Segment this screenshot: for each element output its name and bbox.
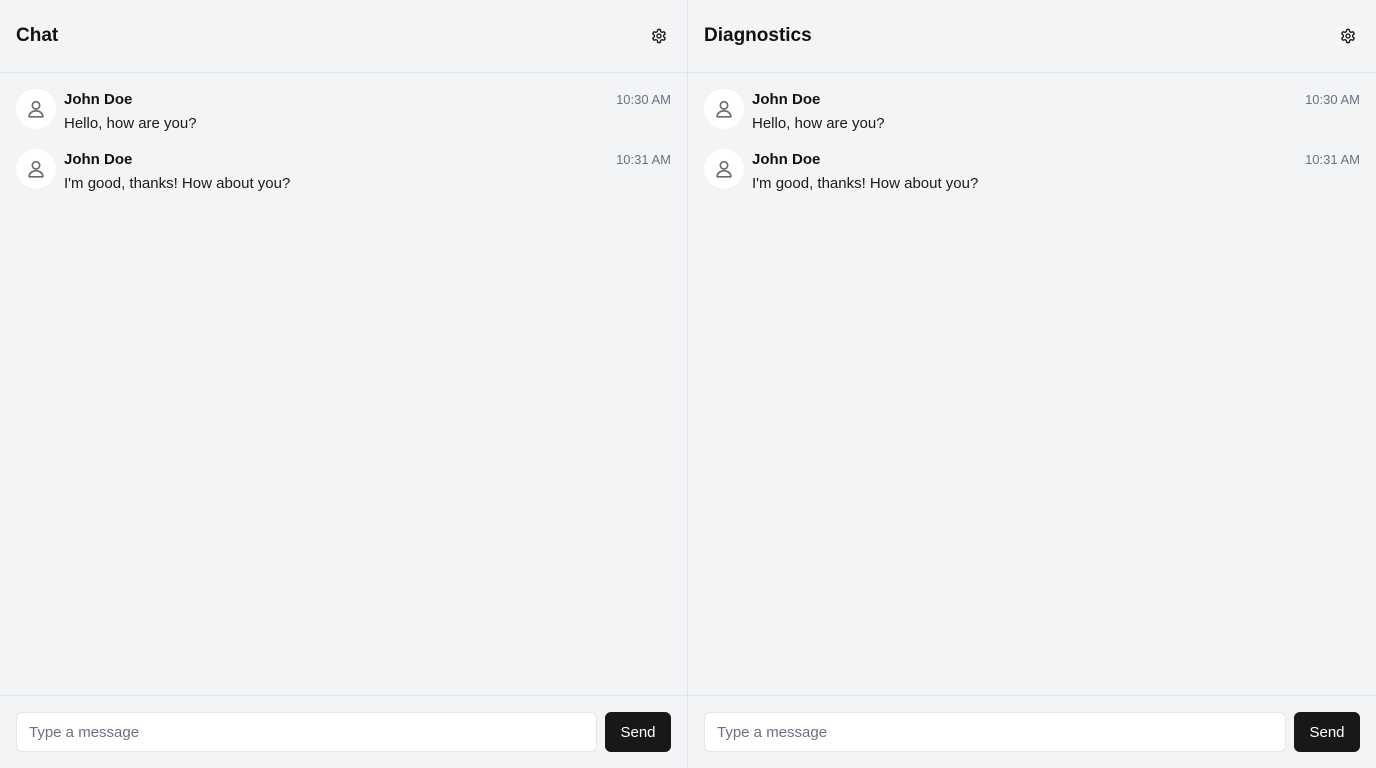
avatar xyxy=(704,149,744,189)
chat-header: Chat xyxy=(0,0,687,73)
diagnostics-header: Diagnostics xyxy=(688,0,1376,73)
message-author: John Doe xyxy=(752,91,821,108)
message-text: Hello, how are you? xyxy=(752,115,885,132)
message-header: John Doe 10:30 AM xyxy=(752,91,1360,108)
user-icon xyxy=(28,100,44,118)
app: Chat John Doe 10:30 AM Hello, how are yo… xyxy=(0,0,1376,768)
message-list: John Doe 10:30 AM Hello, how are you? Jo… xyxy=(688,73,1376,695)
message-body: John Doe 10:31 AM I'm good, thanks! How … xyxy=(752,149,1360,192)
avatar xyxy=(16,89,56,129)
message-header: John Doe 10:31 AM xyxy=(64,151,671,168)
chat-panel: Chat John Doe 10:30 AM Hello, how are yo… xyxy=(0,0,688,768)
message-timestamp: 10:31 AM xyxy=(1305,152,1360,167)
message-item: John Doe 10:31 AM I'm good, thanks! How … xyxy=(16,149,671,209)
message-header: John Doe 10:31 AM xyxy=(752,151,1360,168)
message-list: John Doe 10:30 AM Hello, how are you? Jo… xyxy=(0,73,687,695)
message-input[interactable] xyxy=(704,712,1286,752)
message-input[interactable] xyxy=(16,712,597,752)
send-button[interactable]: Send xyxy=(605,712,671,752)
settings-button[interactable] xyxy=(1330,18,1366,54)
message-composer: Send xyxy=(688,695,1376,768)
avatar xyxy=(704,89,744,129)
message-text: I'm good, thanks! How about you? xyxy=(752,175,979,192)
message-timestamp: 10:31 AM xyxy=(616,152,671,167)
send-button[interactable]: Send xyxy=(1294,712,1360,752)
message-composer: Send xyxy=(0,695,687,768)
message-item: John Doe 10:30 AM Hello, how are you? xyxy=(704,89,1360,149)
message-author: John Doe xyxy=(64,91,133,108)
message-body: John Doe 10:30 AM Hello, how are you? xyxy=(64,89,671,132)
message-header: John Doe 10:30 AM xyxy=(64,91,671,108)
message-body: John Doe 10:31 AM I'm good, thanks! How … xyxy=(64,149,671,192)
message-timestamp: 10:30 AM xyxy=(616,92,671,107)
avatar xyxy=(16,149,56,189)
message-text: Hello, how are you? xyxy=(64,115,197,132)
gear-icon xyxy=(652,28,666,44)
message-author: John Doe xyxy=(64,151,133,168)
user-icon xyxy=(716,100,732,118)
message-item: John Doe 10:31 AM I'm good, thanks! How … xyxy=(704,149,1360,209)
diagnostics-panel: Diagnostics John Doe 10:30 AM Hello, how… xyxy=(688,0,1376,768)
message-item: John Doe 10:30 AM Hello, how are you? xyxy=(16,89,671,149)
gear-icon xyxy=(1341,28,1355,44)
message-text: I'm good, thanks! How about you? xyxy=(64,175,291,192)
message-timestamp: 10:30 AM xyxy=(1305,92,1360,107)
panel-title: Chat xyxy=(16,25,59,46)
settings-button[interactable] xyxy=(641,18,677,54)
panel-title: Diagnostics xyxy=(704,25,812,46)
user-icon xyxy=(716,160,732,178)
message-body: John Doe 10:30 AM Hello, how are you? xyxy=(752,89,1360,132)
user-icon xyxy=(28,160,44,178)
message-author: John Doe xyxy=(752,151,821,168)
